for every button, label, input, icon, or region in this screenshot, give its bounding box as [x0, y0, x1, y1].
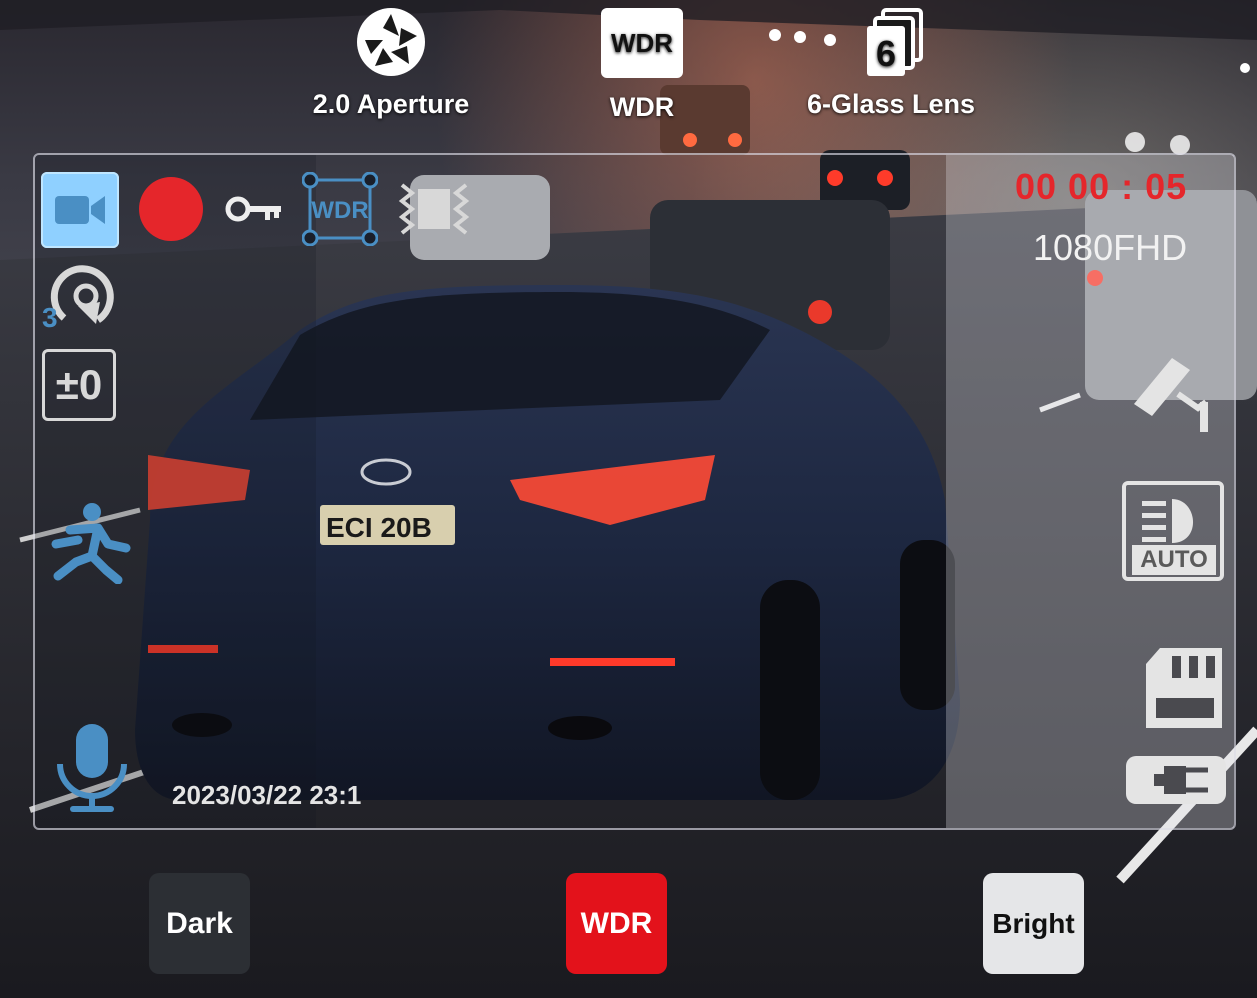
sd-card-icon[interactable]: [1142, 646, 1226, 730]
wdr-badge-icon: WDR: [601, 8, 683, 78]
bright-mode-button[interactable]: Bright: [983, 873, 1084, 974]
headlight-auto-label: AUTO: [1132, 545, 1216, 575]
power-plug-icon[interactable]: [1124, 748, 1230, 812]
key-lock-icon[interactable]: [225, 193, 283, 225]
aperture-icon: [357, 8, 425, 76]
exposure-button[interactable]: ±0: [42, 349, 116, 421]
loop-count: 3: [42, 302, 58, 333]
microphone-icon[interactable]: [50, 722, 134, 814]
video-mode-button[interactable]: [41, 172, 119, 248]
feature-label: 2.0 Aperture: [312, 89, 470, 119]
wdr-icon: WDR: [301, 171, 379, 247]
headlight-icon: [1142, 499, 1194, 543]
wdr-toggle-button[interactable]: WDR: [301, 171, 379, 247]
video-camera-icon: [55, 196, 105, 224]
feature-label: 6-Glass Lens: [806, 89, 976, 119]
anti-shake-icon[interactable]: [398, 175, 470, 243]
dark-mode-button[interactable]: Dark: [149, 873, 250, 974]
record-button[interactable]: [139, 177, 203, 241]
dashcam-screen: ECI 20B 2.0 Aperture WDR WDR 6 6-Glass L…: [0, 0, 1257, 998]
parking-guard-icon[interactable]: [1128, 352, 1214, 434]
feature-wdr: WDR WDR: [581, 8, 703, 123]
lens-count: 6: [876, 33, 896, 74]
auto-headlight-button[interactable]: AUTO: [1122, 481, 1224, 581]
date-timestamp: 2023/03/22 23:1: [172, 780, 362, 810]
resolution-label: 1080FHD: [1033, 227, 1188, 268]
wdr-mode-button[interactable]: WDR: [566, 873, 667, 974]
record-timer: 00 00 : 05: [1015, 166, 1188, 207]
loop-recording-button[interactable]: 3: [40, 262, 120, 336]
feature-label: WDR: [609, 92, 675, 122]
motion-detection-icon[interactable]: [48, 500, 132, 584]
wdr-icon-label: WDR: [311, 197, 368, 224]
feature-aperture: 2.0 Aperture: [300, 6, 482, 120]
exposure-icon: ±0: [55, 361, 103, 408]
feature-glass-lens: 6 6-Glass Lens: [800, 6, 982, 120]
glass-lens-icon: 6: [867, 8, 923, 76]
